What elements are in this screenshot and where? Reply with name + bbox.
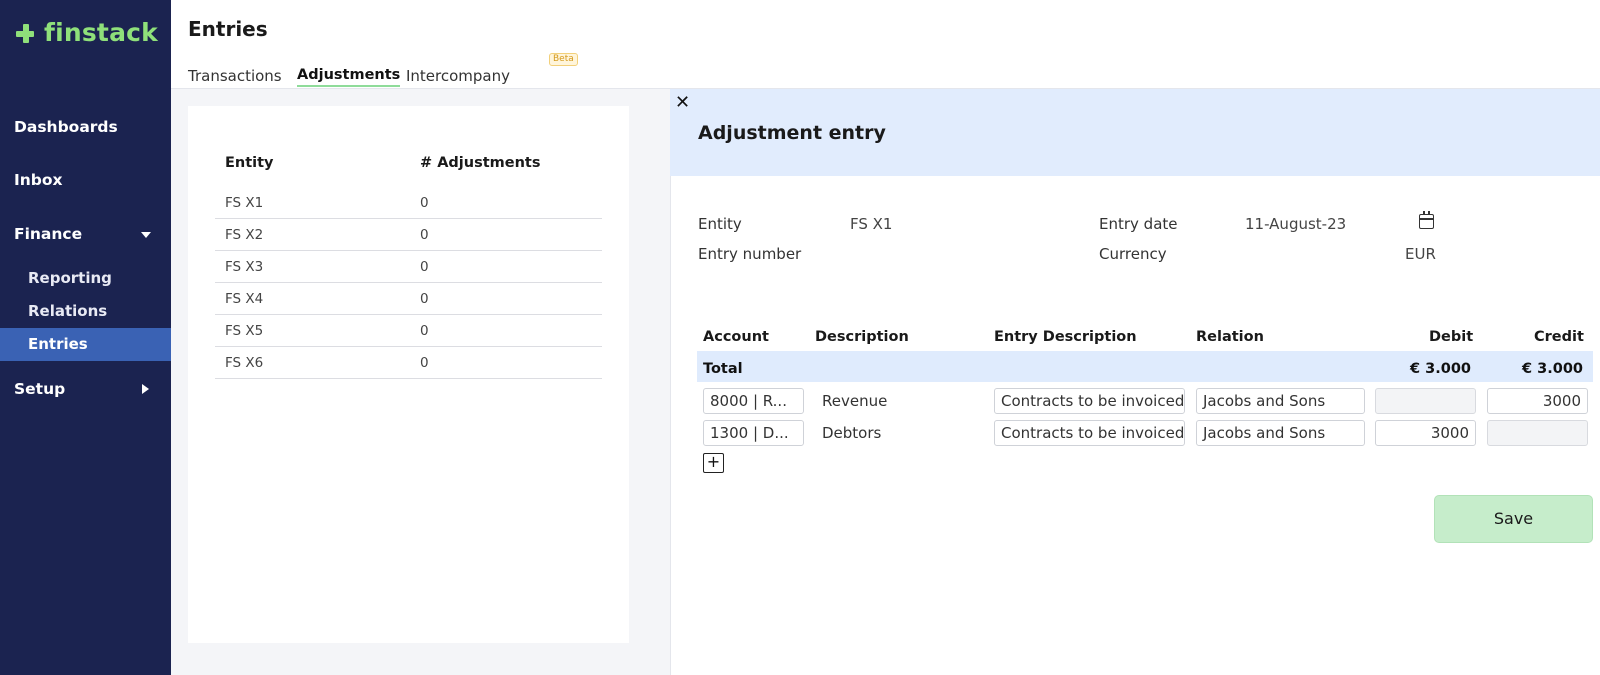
nav-finance[interactable]: Finance <box>0 219 171 249</box>
column-header-debit: Debit <box>1429 329 1474 345</box>
logo[interactable]: finstack <box>16 18 158 47</box>
column-header-entry-description: Entry Description <box>994 329 1137 345</box>
nav-setup[interactable]: Setup <box>0 374 171 404</box>
nav-reporting[interactable]: Reporting <box>0 262 171 295</box>
chevron-right-icon <box>142 384 149 394</box>
entry-description-input[interactable]: Contracts to be invoiced <box>994 388 1185 414</box>
total-credit: € 3.000 <box>1522 361 1584 377</box>
column-header-relation: Relation <box>1196 329 1264 345</box>
add-line-button[interactable]: + <box>703 453 724 473</box>
debit-input[interactable]: 3000 <box>1375 420 1476 446</box>
entry-description-input[interactable]: Contracts to be invoiced <box>994 420 1185 446</box>
column-header-description: Description <box>815 329 909 345</box>
calendar-icon[interactable] <box>1419 211 1434 229</box>
beta-badge: Beta <box>549 53 578 66</box>
table-row[interactable]: FS X5 0 <box>215 315 602 347</box>
account-select[interactable]: 1300 | D... <box>703 420 804 446</box>
adjustment-panel <box>670 89 1600 675</box>
column-header-account: Account <box>703 329 769 345</box>
description-text: Revenue <box>822 392 888 410</box>
chevron-down-icon <box>141 232 151 238</box>
count-cell: 0 <box>420 195 429 211</box>
count-cell: 0 <box>420 323 429 339</box>
entity-cell: FS X4 <box>225 291 264 307</box>
entity-cell: FS X1 <box>225 195 264 211</box>
table-row[interactable]: FS X1 0 <box>215 187 602 219</box>
description-text: Debtors <box>822 424 882 442</box>
count-cell: 0 <box>420 355 429 371</box>
nav-finance-label: Finance <box>14 225 83 243</box>
sidebar: finstack Dashboards Inbox Finance Report… <box>0 0 171 675</box>
total-label: Total <box>703 361 743 377</box>
page-header: Entries Transactions Adjustments Beta In… <box>171 0 1600 89</box>
table-row[interactable]: FS X3 0 <box>215 251 602 283</box>
save-button[interactable]: Save <box>1434 495 1593 543</box>
tab-intercompany[interactable]: Intercompany <box>406 67 510 87</box>
entity-cell: FS X5 <box>225 323 264 339</box>
total-debit: € 3.000 <box>1410 361 1472 377</box>
entity-cell: FS X3 <box>225 259 264 275</box>
tab-adjustments[interactable]: Adjustments <box>297 67 401 87</box>
debit-input[interactable] <box>1375 388 1476 414</box>
nav-setup-label: Setup <box>14 380 66 398</box>
nav-dashboards[interactable]: Dashboards <box>0 112 171 142</box>
account-select[interactable]: 8000 | R... <box>703 388 804 414</box>
plus-logo-icon <box>16 23 36 43</box>
entity-cell: FS X6 <box>225 355 264 371</box>
panel-title: Adjustment entry <box>698 122 886 144</box>
entry-date-label: Entry date <box>1099 215 1178 233</box>
entity-value: FS X1 <box>850 215 893 233</box>
logo-text: finstack <box>44 18 158 47</box>
credit-input[interactable]: 3000 <box>1487 388 1588 414</box>
nav-inbox[interactable]: Inbox <box>0 165 171 195</box>
count-cell: 0 <box>420 259 429 275</box>
nav-relations[interactable]: Relations <box>0 295 171 328</box>
count-cell: 0 <box>420 227 429 243</box>
table-row[interactable]: FS X6 0 <box>215 347 602 379</box>
currency-value: EUR <box>1405 245 1436 263</box>
entry-date-value[interactable]: 11-August-23 <box>1245 215 1346 233</box>
count-cell: 0 <box>420 291 429 307</box>
relation-select[interactable]: Jacobs and Sons <box>1196 388 1365 414</box>
table-row[interactable]: FS X4 0 <box>215 283 602 315</box>
column-header-credit: Credit <box>1534 329 1584 345</box>
close-icon[interactable]: ✕ <box>675 93 690 113</box>
entity-cell: FS X2 <box>225 227 264 243</box>
page-title: Entries <box>188 17 268 41</box>
column-header-adjustments: # Adjustments <box>420 155 541 171</box>
nav-entries[interactable]: Entries <box>0 328 171 361</box>
entity-label: Entity <box>698 215 742 233</box>
credit-input[interactable] <box>1487 420 1588 446</box>
currency-label: Currency <box>1099 245 1167 263</box>
relation-select[interactable]: Jacobs and Sons <box>1196 420 1365 446</box>
column-header-entity: Entity <box>225 155 274 171</box>
entry-number-label: Entry number <box>698 245 802 263</box>
table-row[interactable]: FS X2 0 <box>215 219 602 251</box>
tab-transactions[interactable]: Transactions <box>188 67 282 87</box>
